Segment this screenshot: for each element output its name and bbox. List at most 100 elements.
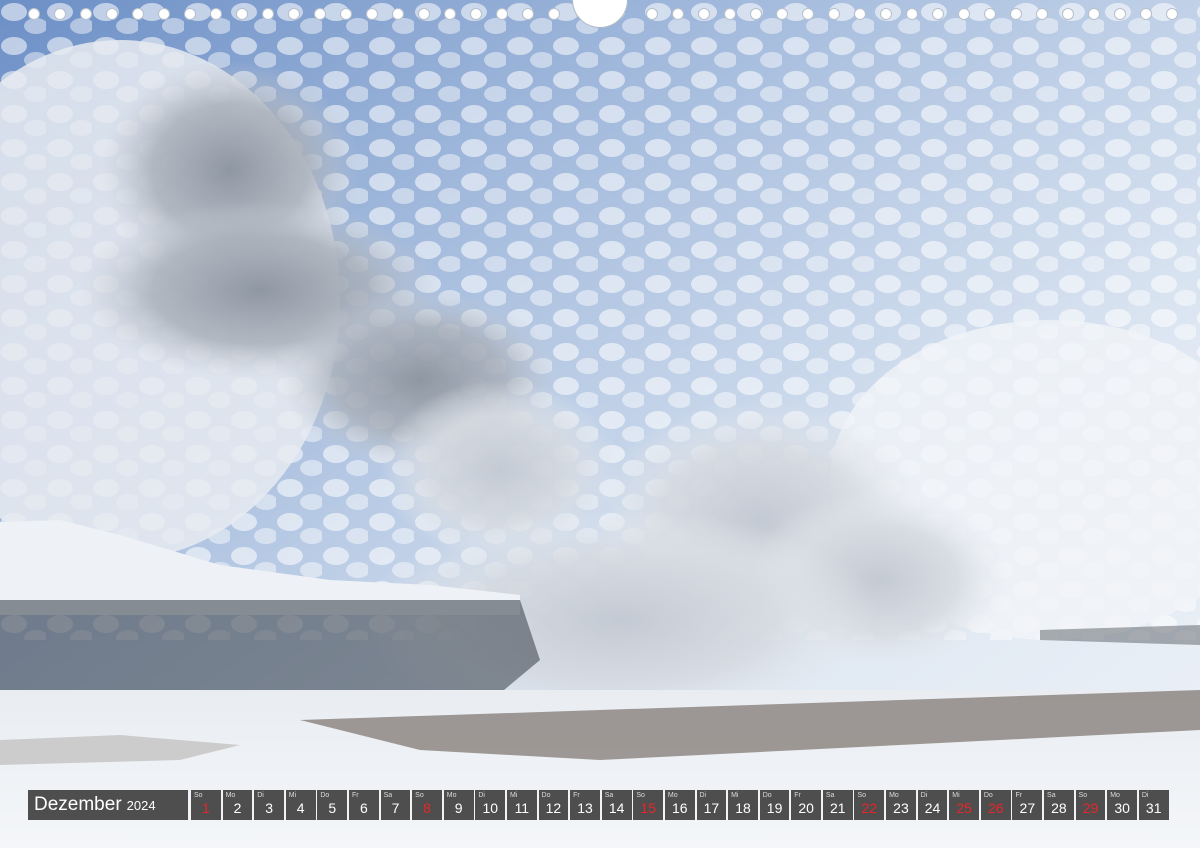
binding-hole: [906, 8, 918, 20]
weekday-label: Fr: [351, 792, 359, 799]
day-cell: Do 12: [538, 790, 569, 820]
day-number: 6: [359, 800, 368, 816]
day-cell: Do 5: [317, 790, 348, 820]
binding-hole: [672, 8, 684, 20]
day-cell: Do 26: [980, 790, 1011, 820]
day-number: 29: [1082, 800, 1099, 816]
binding-hole: [236, 8, 248, 20]
day-number: 3: [265, 800, 273, 816]
day-cell: Mo 9: [443, 790, 474, 820]
weekday-label: So: [857, 792, 867, 799]
day-cell: So 1: [191, 790, 221, 820]
day-number: 27: [1019, 800, 1036, 816]
day-number: 1: [202, 800, 210, 816]
binding-hole: [522, 8, 534, 20]
binding-hole: [1062, 8, 1074, 20]
day-cell: Mi 4: [285, 790, 316, 820]
day-cell: Di 24: [917, 790, 948, 820]
day-number: 19: [766, 800, 783, 816]
binding-hole: [210, 8, 222, 20]
weekday-label: Mo: [1110, 792, 1120, 799]
day-number: 23: [893, 800, 909, 816]
weekday-label: Mi: [288, 792, 297, 799]
binding-hole: [106, 8, 118, 20]
weekday-label: Di: [920, 792, 928, 799]
binding-hole: [1010, 8, 1022, 20]
binding-hole: [802, 8, 814, 20]
binding-hole: [1166, 8, 1178, 20]
day-number: 16: [672, 800, 688, 816]
day-cell: Mi 11: [506, 790, 537, 820]
day-cell: Di 17: [696, 790, 727, 820]
day-cell: Do 19: [759, 790, 790, 820]
weekday-label: Sa: [383, 792, 393, 799]
weekday-label: Mi: [952, 792, 960, 799]
day-number: 7: [391, 800, 400, 816]
binding-hole: [854, 8, 866, 20]
binding-hole: [470, 8, 482, 20]
day-number: 8: [423, 800, 431, 816]
day-cell: Sa 28: [1044, 790, 1074, 820]
day-number: 31: [1145, 800, 1162, 816]
weekday-label: Di: [699, 792, 707, 799]
day-cell: Di 3: [254, 790, 284, 820]
weekday-label: Di: [478, 792, 485, 799]
day-number: 13: [577, 800, 593, 816]
day-number: 28: [1051, 800, 1067, 816]
binding-hole: [698, 8, 710, 20]
weekday-label: So: [1078, 792, 1088, 799]
binding-hole: [724, 8, 736, 20]
binding-hole: [984, 8, 996, 20]
binding-hole: [132, 8, 144, 20]
day-number: 21: [829, 800, 846, 816]
day-number: 20: [798, 800, 814, 816]
binding-hole: [314, 8, 326, 20]
day-number: 4: [296, 800, 305, 816]
day-cell: Mo 16: [664, 790, 695, 820]
binding-hole: [288, 8, 300, 20]
binding-hole: [932, 8, 944, 20]
weekday-label: Sa: [604, 792, 614, 799]
day-number: 9: [454, 800, 463, 816]
binding-hole: [1088, 8, 1100, 20]
binding-hole: [496, 8, 508, 20]
binding-hole: [1140, 8, 1152, 20]
weekday-label: So: [636, 792, 645, 799]
day-cell: Sa 21: [822, 790, 853, 820]
weekday-label: Mi: [509, 792, 518, 799]
weekday-label: Di: [1141, 792, 1149, 799]
binding-hole: [184, 8, 196, 20]
day-cell: So 15: [633, 790, 664, 820]
binding-hole: [366, 8, 378, 20]
binding-hole: [28, 8, 40, 20]
day-number: 17: [703, 800, 720, 816]
day-number: 12: [545, 800, 562, 816]
weekday-label: Do: [762, 792, 772, 799]
binding-hole: [158, 8, 170, 20]
weekday-label: Fr: [794, 792, 801, 799]
day-cell: Di 10: [475, 790, 506, 820]
day-cell: Di 31: [1138, 790, 1169, 820]
day-cell: Fr 27: [1012, 790, 1043, 820]
weekday-label: Do: [320, 792, 330, 799]
binding-hole: [1114, 8, 1126, 20]
binding-hole: [750, 8, 762, 20]
month-year: 2024: [126, 798, 156, 813]
day-cell: Fr 6: [348, 790, 379, 820]
day-number: 25: [956, 800, 972, 816]
binding-hole: [262, 8, 274, 20]
binding-hole: [646, 8, 658, 20]
day-cell: So 22: [854, 790, 885, 820]
day-cell: Sa 14: [601, 790, 632, 820]
binding-hole: [776, 8, 788, 20]
month-label: Dezember 2024: [28, 790, 188, 820]
day-number: 14: [608, 800, 625, 816]
geyser-photo: [0, 0, 1200, 848]
day-number: 5: [328, 800, 337, 816]
weekday-label: Fr: [573, 792, 580, 799]
month-name: Dezember: [34, 794, 122, 815]
weekday-label: Do: [983, 792, 993, 799]
binding-hole: [340, 8, 352, 20]
binding-hole: [444, 8, 456, 20]
weekday-label: So: [415, 792, 424, 799]
